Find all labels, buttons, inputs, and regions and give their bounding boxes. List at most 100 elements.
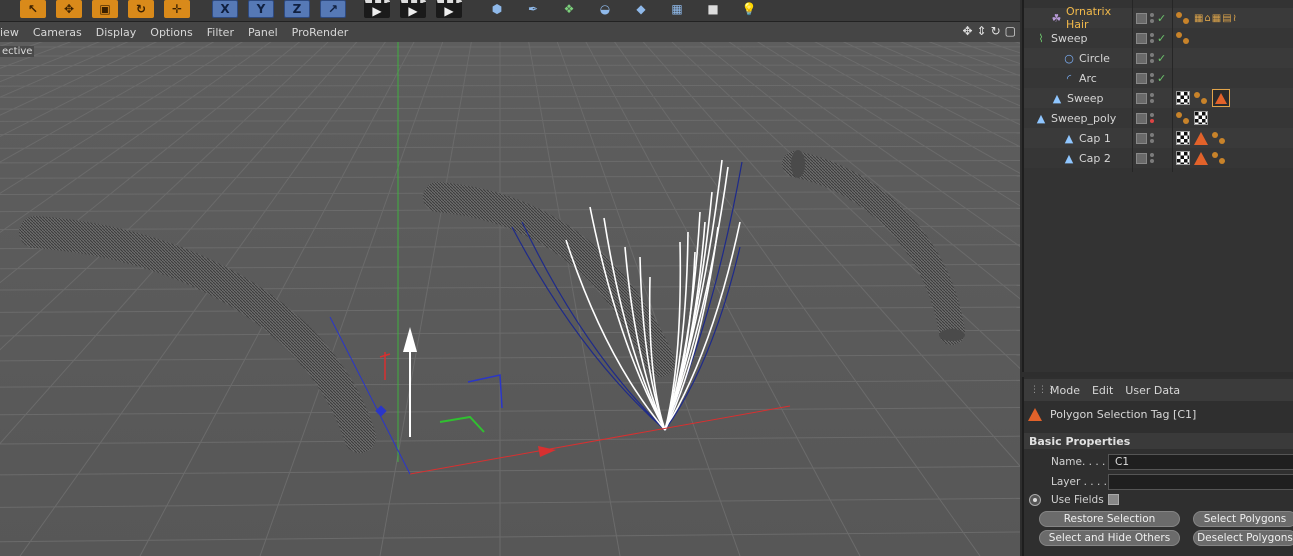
x-axis-icon[interactable]: X bbox=[212, 0, 238, 18]
object-row[interactable]: ▲ Sweep bbox=[1024, 88, 1293, 108]
layer-swatch[interactable] bbox=[1136, 72, 1147, 84]
object-name-cell[interactable]: ▲ Cap 1 bbox=[1028, 128, 1132, 148]
use-fields-checkbox[interactable] bbox=[1108, 494, 1119, 505]
mode-menu[interactable]: Mode bbox=[1050, 384, 1080, 397]
object-row[interactable]: ▲ Cap 1 bbox=[1024, 128, 1293, 148]
visibility-dots[interactable] bbox=[1150, 33, 1154, 43]
visibility-dots[interactable] bbox=[1150, 13, 1154, 23]
object-name-cell[interactable]: ▲ Sweep_poly bbox=[1028, 108, 1132, 128]
object-name-cell[interactable]: ☘ Ornatrix Hair bbox=[1028, 5, 1132, 31]
texture-tag-icon[interactable] bbox=[1176, 91, 1190, 105]
selected-tag-frame[interactable] bbox=[1212, 89, 1230, 107]
display-menu[interactable]: Display bbox=[96, 26, 137, 39]
camera-icon[interactable]: ■ bbox=[700, 0, 726, 18]
object-name-cell[interactable]: ○ Circle bbox=[1028, 48, 1132, 68]
visibility-dot[interactable] bbox=[1150, 159, 1154, 163]
enabled-check-icon[interactable]: ✓ bbox=[1157, 32, 1166, 45]
edit-menu[interactable]: Edit bbox=[1092, 384, 1113, 397]
visibility-dot[interactable] bbox=[1150, 19, 1154, 23]
rotate-view-icon[interactable]: ↻ bbox=[991, 24, 1001, 38]
visibility-dots[interactable] bbox=[1150, 113, 1154, 123]
generator-icon[interactable]: ❖ bbox=[556, 0, 582, 18]
scale-icon[interactable]: ▣ bbox=[92, 0, 118, 18]
object-name-cell[interactable]: ◜ Arc bbox=[1028, 68, 1132, 88]
move-icon[interactable]: ✥ bbox=[56, 0, 82, 18]
spline-pen-icon[interactable]: ✒ bbox=[520, 0, 546, 18]
visibility-dots[interactable] bbox=[1150, 93, 1154, 103]
object-row[interactable]: ▲ Cap 2 bbox=[1024, 148, 1293, 168]
deformer-icon[interactable]: ◒ bbox=[592, 0, 618, 18]
layer-swatch[interactable] bbox=[1136, 12, 1147, 24]
layer-swatch[interactable] bbox=[1136, 92, 1147, 104]
object-row[interactable]: ○ Circle ✓ bbox=[1024, 48, 1293, 68]
select-polygons-button[interactable]: Select Polygons bbox=[1193, 511, 1293, 527]
scene-icon[interactable]: ◆ bbox=[628, 0, 654, 18]
render-picture-viewer-icon[interactable]: ▶ bbox=[400, 0, 426, 18]
move-all-icon[interactable]: ✛ bbox=[164, 0, 190, 18]
prorender-menu[interactable]: ProRender bbox=[292, 26, 349, 39]
visibility-dot[interactable] bbox=[1150, 113, 1154, 117]
object-row[interactable]: ◜ Arc ✓ bbox=[1024, 68, 1293, 88]
phong-tag-icon[interactable] bbox=[1176, 111, 1190, 125]
panel-menu[interactable]: Panel bbox=[248, 26, 278, 39]
cube-icon[interactable]: ⬢ bbox=[484, 0, 510, 18]
object-name-cell[interactable]: ▲ Cap 2 bbox=[1028, 148, 1132, 168]
visibility-dot[interactable] bbox=[1150, 153, 1154, 157]
hair-modifier-tags-icon[interactable]: ▦⌂▦▤≀ bbox=[1194, 13, 1237, 24]
view-menu[interactable]: iew bbox=[0, 26, 19, 39]
restore-selection-button[interactable]: Restore Selection bbox=[1039, 511, 1180, 527]
visibility-dot[interactable] bbox=[1150, 33, 1154, 37]
user-data-menu[interactable]: User Data bbox=[1125, 384, 1180, 397]
texture-tag-icon[interactable] bbox=[1194, 111, 1208, 125]
phong-tag-icon[interactable] bbox=[1212, 131, 1226, 145]
light-icon[interactable]: 💡 bbox=[736, 0, 762, 18]
basic-properties-section[interactable]: Basic Properties bbox=[1024, 433, 1293, 449]
enabled-check-icon[interactable]: ✓ bbox=[1157, 52, 1166, 65]
y-axis-icon[interactable]: Y bbox=[248, 0, 274, 18]
options-menu[interactable]: Options bbox=[150, 26, 192, 39]
object-row[interactable]: ☘ Ornatrix Hair ✓ ▦⌂▦▤≀ bbox=[1024, 5, 1293, 31]
object-name-cell[interactable]: ▲ Sweep bbox=[1028, 88, 1132, 108]
visibility-dot[interactable] bbox=[1150, 93, 1154, 97]
pan-icon[interactable]: ✥ bbox=[962, 24, 972, 38]
visibility-dot[interactable] bbox=[1150, 13, 1154, 17]
polygon-selection-tag-icon[interactable] bbox=[1194, 151, 1208, 165]
coordinate-system-icon[interactable]: ↗ bbox=[320, 0, 346, 18]
visibility-dot[interactable] bbox=[1150, 139, 1154, 143]
render-settings-icon[interactable]: ▶ bbox=[436, 0, 462, 18]
3d-viewport[interactable]: ective bbox=[0, 42, 1020, 556]
cameras-menu[interactable]: Cameras bbox=[33, 26, 82, 39]
floor-icon[interactable]: ▦ bbox=[664, 0, 690, 18]
visibility-dots[interactable] bbox=[1150, 153, 1154, 163]
deselect-polygons-button[interactable]: Deselect Polygons bbox=[1193, 530, 1293, 546]
layer-swatch[interactable] bbox=[1136, 32, 1147, 44]
name-field[interactable]: C1 bbox=[1108, 454, 1293, 470]
visibility-dot[interactable] bbox=[1150, 99, 1154, 103]
select-and-hide-others-button[interactable]: Select and Hide Others bbox=[1039, 530, 1180, 546]
layer-swatch[interactable] bbox=[1136, 112, 1147, 124]
layer-swatch[interactable] bbox=[1136, 132, 1147, 144]
visibility-dots[interactable] bbox=[1150, 53, 1154, 63]
layer-swatch[interactable] bbox=[1136, 52, 1147, 64]
phong-tag-icon[interactable] bbox=[1176, 31, 1190, 45]
render-view-icon[interactable]: ▶ bbox=[364, 0, 390, 18]
visibility-dot[interactable] bbox=[1150, 39, 1154, 43]
z-axis-icon[interactable]: Z bbox=[284, 0, 310, 18]
rotate-icon[interactable]: ↻ bbox=[128, 0, 154, 18]
object-name-cell[interactable]: ⌇ Sweep bbox=[1028, 28, 1132, 48]
texture-tag-icon[interactable] bbox=[1176, 151, 1190, 165]
undo-arrow-icon[interactable]: ↖ bbox=[20, 0, 46, 18]
enabled-check-icon[interactable]: ✓ bbox=[1157, 72, 1166, 85]
object-row[interactable]: ▲ Sweep_poly bbox=[1024, 108, 1293, 128]
visibility-dots[interactable] bbox=[1150, 73, 1154, 83]
visibility-dots[interactable] bbox=[1150, 133, 1154, 143]
polygon-selection-tag-icon[interactable] bbox=[1194, 131, 1208, 145]
enabled-check-icon[interactable]: ✓ bbox=[1157, 12, 1166, 25]
visibility-dot[interactable] bbox=[1150, 133, 1154, 137]
dolly-icon[interactable]: ⇕ bbox=[977, 24, 987, 38]
phong-tag-icon[interactable] bbox=[1176, 11, 1190, 25]
visibility-dot[interactable] bbox=[1150, 119, 1154, 123]
phong-tag-icon[interactable] bbox=[1194, 91, 1208, 105]
texture-tag-icon[interactable] bbox=[1176, 131, 1190, 145]
layer-swatch[interactable] bbox=[1136, 152, 1147, 164]
